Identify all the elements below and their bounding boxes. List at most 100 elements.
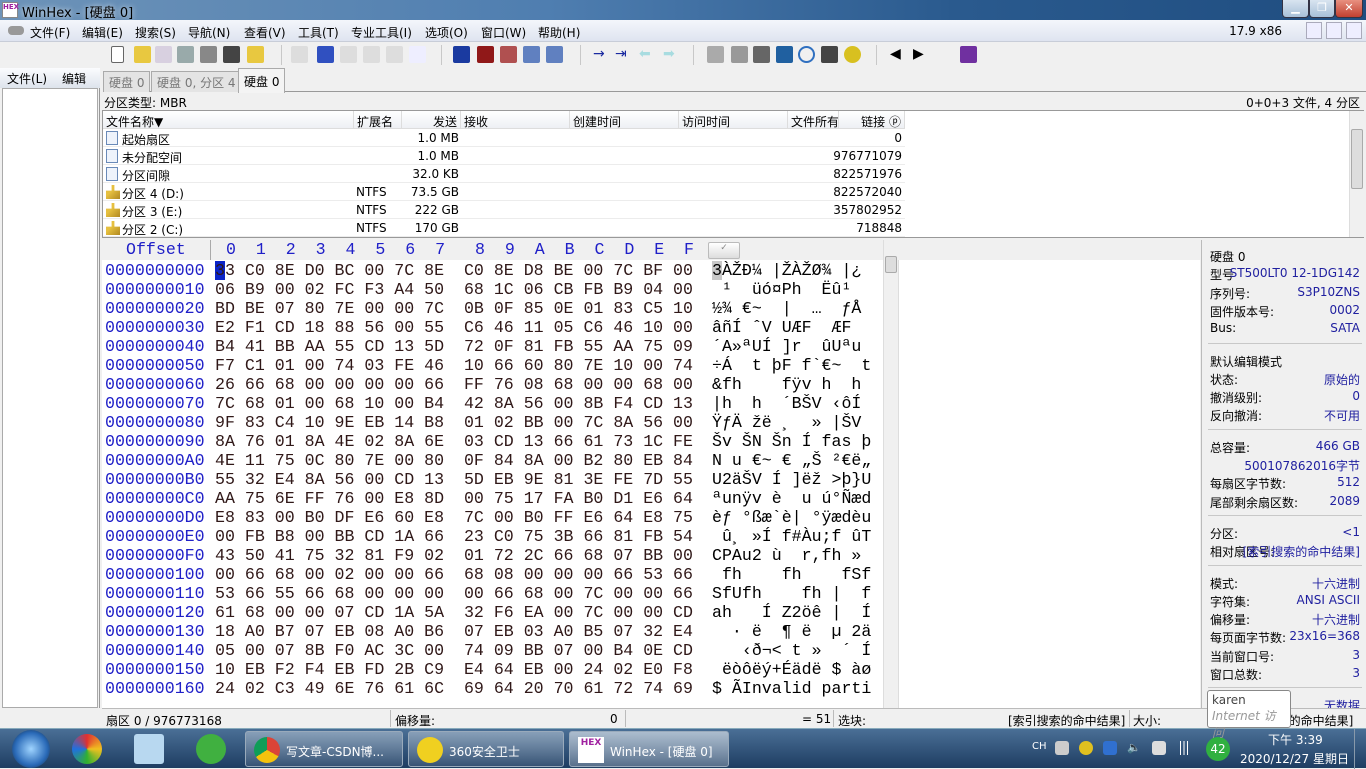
text-column[interactable]: |h h ´BŠV ‹ôÍ (712, 394, 871, 413)
hex-row[interactable]: 00000000E0 00 FB B8 00 BB CD 1A 66 23 C0 … (102, 527, 882, 546)
hex-bytes[interactable]: 43 50 41 75 32 81 F9 02 01 72 2C 66 68 0… (215, 546, 693, 565)
hex-row[interactable]: 00000000C0 AA 75 6E FF 76 00 E8 8D 00 75 … (102, 489, 882, 508)
ram-editor-icon[interactable] (753, 46, 770, 63)
usb-icon[interactable] (1152, 741, 1166, 755)
tab-disk0-partition4[interactable]: 硬盘 0, 分区 4 (151, 71, 242, 92)
file-list-scrollbar[interactable] (1349, 111, 1364, 237)
scrollbar-thumb[interactable] (885, 256, 897, 273)
text-column[interactable]: $ ÃInvalid parti (712, 679, 871, 698)
tab-disk0-active[interactable]: 硬盘 0 (238, 68, 286, 93)
menu-edit[interactable]: 编辑(E) (82, 24, 123, 41)
signal-icon[interactable] (1177, 741, 1191, 755)
table-row[interactable]: 分区 2 (C:) NTFS 170 GB 718848 (103, 219, 905, 237)
hex-bytes[interactable]: 05 00 07 8B F0 AC 3C 00 74 09 BB 07 00 B… (215, 641, 693, 660)
properties-icon[interactable] (223, 46, 240, 63)
menu-options[interactable]: 选项(O) (425, 24, 468, 41)
hex-row[interactable]: 0000000070 7C 68 01 00 68 10 00 B4 42 8A … (102, 394, 882, 413)
column-header[interactable]: 接收 (461, 111, 570, 129)
hex-row[interactable]: 00000000D0 E8 83 00 B0 DF E6 60 E8 7C 00 … (102, 508, 882, 527)
text-column[interactable]: ah Í Z2öê | Í (712, 603, 871, 622)
column-header[interactable]: 创建时间 (570, 111, 679, 129)
hex-bytes[interactable]: 53 66 55 66 68 00 00 00 00 66 68 00 7C 0… (215, 584, 693, 603)
text-column[interactable]: ŸƒÄ žë ¸ » |ŠV (712, 413, 871, 432)
text-column[interactable]: &fh fÿv h h (712, 375, 871, 394)
show-desktop-button[interactable] (1354, 729, 1366, 769)
panel-menu-file[interactable]: 文件(L) (7, 70, 47, 87)
text-column[interactable]: 3ÀŽÐ¼ |ŽÀŽØ¾ |¿ (712, 261, 871, 280)
text-column[interactable]: ªunÿv è u ú°Ñæd (712, 489, 871, 508)
binary-convert-icon[interactable] (409, 46, 426, 63)
column-header[interactable]: 发送 (402, 111, 461, 129)
hex-bytes[interactable]: E2 F1 CD 18 88 56 00 55 C6 46 11 05 C6 4… (215, 318, 693, 337)
hex-bytes[interactable]: 26 66 68 00 00 00 00 66 FF 76 08 68 00 0… (215, 375, 693, 394)
network-app-icon[interactable] (1103, 741, 1117, 755)
menu-navigation[interactable]: 导航(N) (188, 24, 230, 41)
hex-bytes[interactable]: AA 75 6E FF 76 00 E8 8D 00 75 17 FA B0 D… (215, 489, 693, 508)
text-column[interactable]: U2äŠV Í ]ëž >þ}U (712, 470, 871, 489)
text-column[interactable]: û¸ »Í f#Àu;f ûT (712, 527, 871, 546)
goto-sector-icon[interactable]: ⇥ (615, 46, 632, 63)
column-header[interactable]: 扩展名 (354, 111, 402, 129)
undo-icon[interactable] (291, 46, 308, 63)
magnifier-icon[interactable] (798, 46, 815, 63)
text-column[interactable]: ´A»ªUÍ ]r ûUªu (712, 337, 871, 356)
minimize-button[interactable]: ▁ (1282, 0, 1309, 18)
back-icon[interactable]: ⬅ (639, 46, 656, 63)
text-column[interactable]: CPAu2 ù r,fh » (712, 546, 871, 565)
text-column[interactable]: ÷Á t þF f`€~ t (712, 356, 871, 375)
menu-view[interactable]: 查看(V) (244, 24, 286, 41)
menu-tools[interactable]: 工具(T) (298, 24, 339, 41)
menu-window[interactable]: 窗口(W) (481, 24, 526, 41)
table-row[interactable]: 起始扇区 1.0 MB 0 (103, 129, 905, 147)
notepad-icon[interactable] (134, 734, 164, 764)
hex-row[interactable]: 0000000030 E2 F1 CD 18 88 56 00 55 C6 46 … (102, 318, 882, 337)
column-header[interactable]: 文件所有 (788, 111, 839, 129)
360-tray-icon[interactable] (1079, 741, 1093, 755)
hex-row[interactable]: 0000000090 8A 76 01 8A 4E 02 8A 6E 03 CD … (102, 432, 882, 451)
hex-row[interactable]: 0000000160 24 02 C3 49 6E 76 61 6C 69 64 … (102, 679, 882, 698)
hex-bytes[interactable]: 8A 76 01 8A 4E 02 8A 6E 03 CD 13 66 61 7… (215, 432, 693, 451)
menu-pro-tools[interactable]: 专业工具(I) (351, 24, 412, 41)
hex-bytes[interactable]: 61 68 00 00 07 CD 1A 5A 32 F6 EA 00 7C 0… (215, 603, 693, 622)
save-icon[interactable] (155, 46, 172, 63)
start-button[interactable] (12, 730, 50, 768)
find-hex-icon[interactable] (477, 46, 494, 63)
hex-row[interactable]: 0000000010 06 B9 00 02 FC F3 A4 50 68 1C … (102, 280, 882, 299)
column-header[interactable]: 链接 ⓟ (839, 111, 905, 129)
360-launcher-icon[interactable] (72, 734, 102, 764)
directory-tree[interactable] (2, 88, 98, 708)
print-preview-icon[interactable] (177, 46, 194, 63)
calculator-icon[interactable] (776, 46, 793, 63)
hex-bytes[interactable]: 4E 11 75 0C 80 7E 00 80 0F 84 8A 00 B2 8… (215, 451, 693, 470)
paste-icon[interactable] (363, 46, 380, 63)
hex-row[interactable]: 0000000060 26 66 68 00 00 00 00 66 FF 76 … (102, 375, 882, 394)
print-icon[interactable] (200, 46, 217, 63)
text-column[interactable]: èƒ °ßæ`è| °ÿædèu (712, 508, 871, 527)
table-row[interactable]: 未分配空间 1.0 MB 976771079 (103, 147, 905, 165)
new-file-icon[interactable] (111, 46, 124, 63)
hex-row[interactable]: 0000000040 B4 41 BB AA 55 CD 13 5D 72 0F … (102, 337, 882, 356)
browser-icon[interactable] (196, 734, 226, 764)
hex-row[interactable]: 0000000130 18 A0 B7 07 EB 08 A0 B6 07 EB … (102, 622, 882, 641)
hex-bytes[interactable]: 06 B9 00 02 FC F3 A4 50 68 1C 06 CB FB B… (215, 280, 693, 299)
hex-row[interactable]: 0000000020 BD BE 07 80 7E 00 00 7C 0B 0F … (102, 299, 882, 318)
forward-icon[interactable]: ➡ (663, 46, 680, 63)
close-button[interactable]: ✕ (1335, 0, 1363, 18)
clock-date[interactable]: 2020/12/27 星期日 (1240, 750, 1349, 767)
column-header[interactable]: 访问时间 (679, 111, 788, 129)
clone-disk-icon[interactable] (731, 46, 748, 63)
hex-row[interactable]: 0000000080 9F 83 C4 10 9E EB 14 B8 01 02 … (102, 413, 882, 432)
hex-row[interactable]: 0000000100 00 66 68 00 02 00 00 66 68 08 … (102, 565, 882, 584)
table-row[interactable]: 分区 4 (D:) NTFS 73.5 GB 822572040 (103, 183, 905, 201)
help-book-icon[interactable] (960, 46, 977, 63)
task-chrome-csdn[interactable]: 写文章-CSDN博... (245, 731, 403, 767)
open-folder-icon[interactable] (247, 46, 264, 63)
hex-bytes[interactable]: E8 83 00 B0 DF E6 60 E8 7C 00 B0 FF E6 6… (215, 508, 693, 527)
hex-row[interactable]: 00000000B0 55 32 E4 8A 56 00 CD 13 5D EB … (102, 470, 882, 489)
hex-bytes[interactable]: 00 FB B8 00 BB CD 1A 66 23 C0 75 3B 66 8… (215, 527, 693, 546)
keyboard-icon[interactable] (1055, 741, 1069, 755)
hex-bytes[interactable]: 7C 68 01 00 68 10 00 B4 42 8A 56 00 8B F… (215, 394, 693, 413)
hex-row[interactable]: 0000000150 10 EB F2 F4 EB FD 2B C9 E4 64 … (102, 660, 882, 679)
task-winhex[interactable]: HEX WinHex - [硬盘 0] (569, 731, 729, 767)
hex-bytes[interactable]: 24 02 C3 49 6E 76 61 6C 69 64 20 70 61 7… (215, 679, 693, 698)
